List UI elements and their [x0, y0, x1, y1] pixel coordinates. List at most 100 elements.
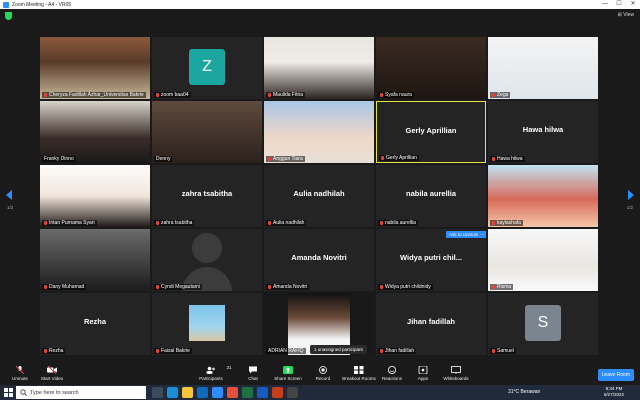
taskbar-clock[interactable]: 9:34 PM 6/27/2022 [604, 386, 624, 398]
word-icon[interactable] [257, 387, 268, 398]
participant-name-label: Rezha [42, 348, 66, 354]
ask-to-unmute-button[interactable]: Ask to Unmute [446, 231, 482, 238]
apps-label: Apps [417, 376, 429, 381]
participant-tile[interactable]: Rezha Rezha [40, 293, 150, 355]
edge-icon[interactable] [167, 387, 178, 398]
participant-name-label: Hawa hilwa [490, 156, 525, 162]
whiteboards-button[interactable]: Whiteboards [436, 363, 476, 381]
participants-label: Participants [199, 376, 223, 381]
participant-tile[interactable]: Zega [488, 37, 598, 99]
excel-icon[interactable] [242, 387, 253, 398]
participant-tile[interactable]: Denny [152, 101, 262, 163]
participant-tile[interactable]: Cyndi Megautami [152, 229, 262, 291]
windows-taskbar: Type here to search 31°C Berawan 9:34 PM… [0, 385, 640, 400]
participant-name-text: zoom baa04 [161, 92, 189, 98]
muted-mic-icon [156, 92, 159, 97]
participant-display-name: zahra tsabitha [181, 189, 233, 198]
participant-tile[interactable]: Faisal Bakrie [152, 293, 262, 355]
record-button[interactable]: Record [303, 363, 343, 381]
participant-tile[interactable]: nabila aurellia nabila aurellia [376, 165, 486, 227]
next-page-arrow-icon[interactable] [628, 190, 634, 200]
reactions-icon [388, 366, 396, 374]
participant-name-text: Rezha [49, 348, 64, 354]
windows-start-icon[interactable] [4, 388, 13, 397]
participants-icon [206, 366, 215, 374]
muted-mic-icon [44, 220, 47, 225]
participant-tile[interactable]: Maulida Fitria [264, 37, 374, 99]
zoom-taskbar-icon[interactable] [212, 387, 223, 398]
participant-name-label: Risma [490, 284, 514, 290]
muted-mic-icon [380, 348, 383, 353]
participant-tile[interactable]: Zzoom baa04 [152, 37, 262, 99]
participant-tile[interactable]: Franky Dinno [40, 101, 150, 163]
participant-tile[interactable]: Syafa naura [376, 37, 486, 99]
participant-tile[interactable]: Intan Purnama Syari [40, 165, 150, 227]
muted-mic-icon [492, 220, 495, 225]
zoom-logo-icon [3, 1, 9, 8]
participant-tile[interactable]: Dany Muhamad [40, 229, 150, 291]
participant-video [488, 37, 598, 99]
security-shield-icon[interactable] [5, 12, 12, 20]
participant-name-text: Amanda Novitri [273, 284, 308, 290]
participant-tile[interactable]: Jihan fadillah Jihan fadillah [376, 293, 486, 355]
participant-name-label: Maulida Fitria [266, 92, 306, 98]
taskbar-search-box[interactable]: Type here to search [16, 386, 146, 399]
store-icon[interactable] [197, 387, 208, 398]
close-button[interactable]: ✕ [626, 0, 640, 9]
participant-tile[interactable]: Cheryza Fadillah Azhar_Universitas Bakri… [40, 37, 150, 99]
participant-name-label: Amanda Novitri [266, 284, 310, 290]
leave-room-button[interactable]: Leave Room [597, 369, 634, 381]
participant-tile[interactable]: Anggun Tiara [264, 101, 374, 163]
page-indicator-right: 1/2 [626, 205, 633, 210]
participant-name-text: Denny [156, 156, 171, 162]
share-screen-button[interactable]: Share Screen [268, 363, 308, 381]
minimize-button[interactable]: — [598, 0, 612, 9]
more-options-button[interactable]: ··· [478, 231, 486, 238]
participant-video [40, 101, 150, 163]
maximize-button[interactable]: ☐ [612, 0, 626, 9]
participant-tile[interactable]: Amanda Novitri Amanda Novitri [264, 229, 374, 291]
participant-tile[interactable]: zahra tsabitha zahra tsabitha [152, 165, 262, 227]
taskbar-apps [152, 387, 298, 398]
participant-name-text: Faisal Bakrie [161, 348, 190, 354]
participant-video [40, 229, 150, 291]
clock-date: 6/27/2022 [603, 392, 624, 397]
participant-name-label: zahra tsabitha [154, 220, 195, 226]
muted-mic-icon [44, 348, 47, 353]
participant-video [40, 165, 150, 227]
app-icon[interactable] [287, 387, 298, 398]
muted-mic-icon [268, 92, 271, 97]
participant-tile[interactable]: Hawa hilwa Hawa hilwa [488, 101, 598, 163]
view-button[interactable]: ⊞ View [618, 12, 634, 18]
breakout-rooms-label: Breakout Rooms [342, 376, 376, 381]
start-video-button[interactable]: Start Video [32, 363, 72, 381]
task-view-icon[interactable] [152, 387, 163, 398]
apps-icon [418, 366, 428, 374]
muted-mic-icon [156, 348, 159, 353]
participant-name-text: Franky Dinno [44, 156, 74, 162]
reactions-label: Reactions [381, 376, 402, 381]
window-controls: — ☐ ✕ [598, 0, 640, 9]
prev-page-arrow-icon[interactable] [6, 190, 12, 200]
weather-widget[interactable]: 31°C Berawan [508, 389, 540, 395]
participant-tile[interactable]: Risma [488, 229, 598, 291]
page-indicator-left: 1/2 [7, 205, 14, 210]
participant-tile[interactable]: kaylashafa [488, 165, 598, 227]
participant-tile[interactable]: S Samuel [488, 293, 598, 355]
participant-tile[interactable]: Gerly Aprillian Gerly Aprillian [376, 101, 486, 163]
powerpoint-icon[interactable] [272, 387, 283, 398]
participant-name-label: nabila aurellia [378, 220, 418, 226]
chat-button[interactable]: Chat [233, 363, 273, 381]
participant-name-text: Dany Muhamad [49, 284, 85, 290]
participant-tile[interactable]: Widya putri chil... Ask to Unmute ··· Widya… [376, 229, 486, 291]
participant-name-label: kaylashafa [490, 220, 523, 226]
participant-video [40, 37, 150, 99]
whiteboards-label: Whiteboards [443, 376, 469, 381]
chat-label: Chat [248, 376, 258, 381]
muted-mic-icon [44, 284, 47, 289]
participant-name-label: Widya putri childnidy [378, 284, 433, 290]
participant-tile[interactable]: Aulia nadhilah Aulia nadhilah [264, 165, 374, 227]
file-explorer-icon[interactable] [182, 387, 193, 398]
chrome-icon[interactable] [227, 387, 238, 398]
participant-name-text: Gerly Aprillian [386, 155, 417, 161]
